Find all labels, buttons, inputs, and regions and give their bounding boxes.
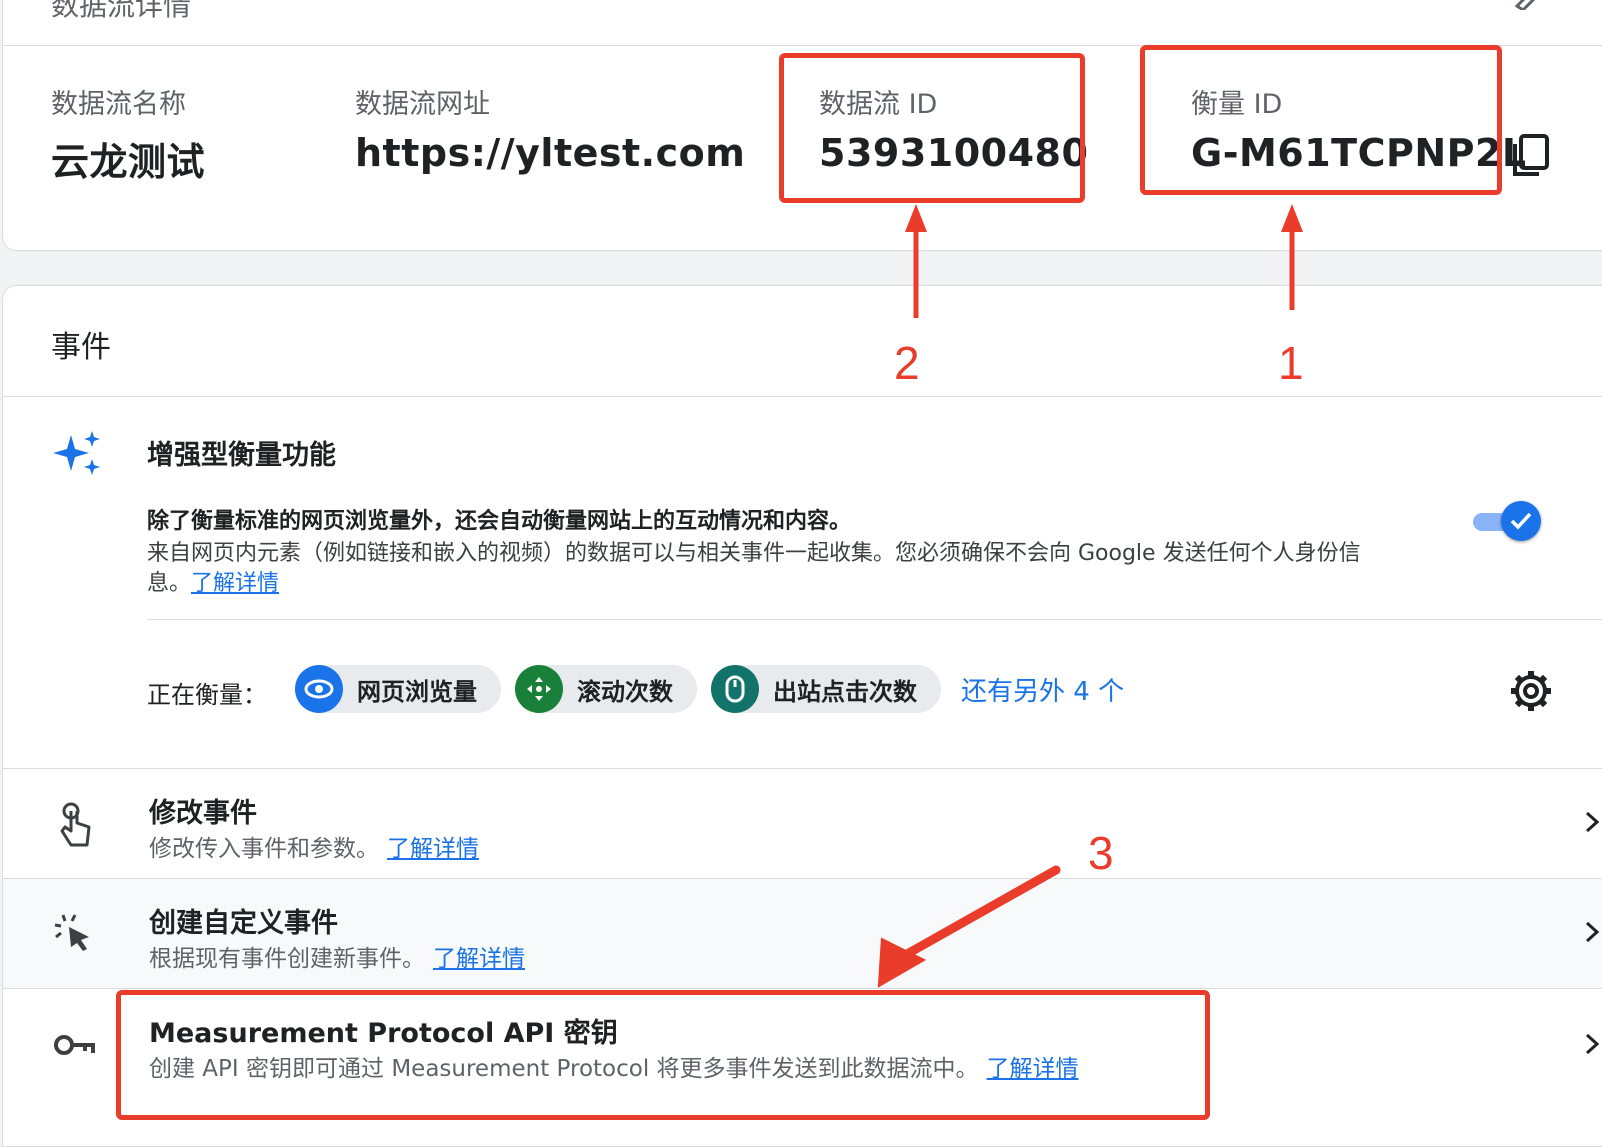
annotation-3: 3 xyxy=(1088,827,1114,879)
annotation-arrows xyxy=(877,204,1303,988)
annotation-1: 1 xyxy=(1278,337,1304,389)
annotation-2: 2 xyxy=(894,337,920,389)
